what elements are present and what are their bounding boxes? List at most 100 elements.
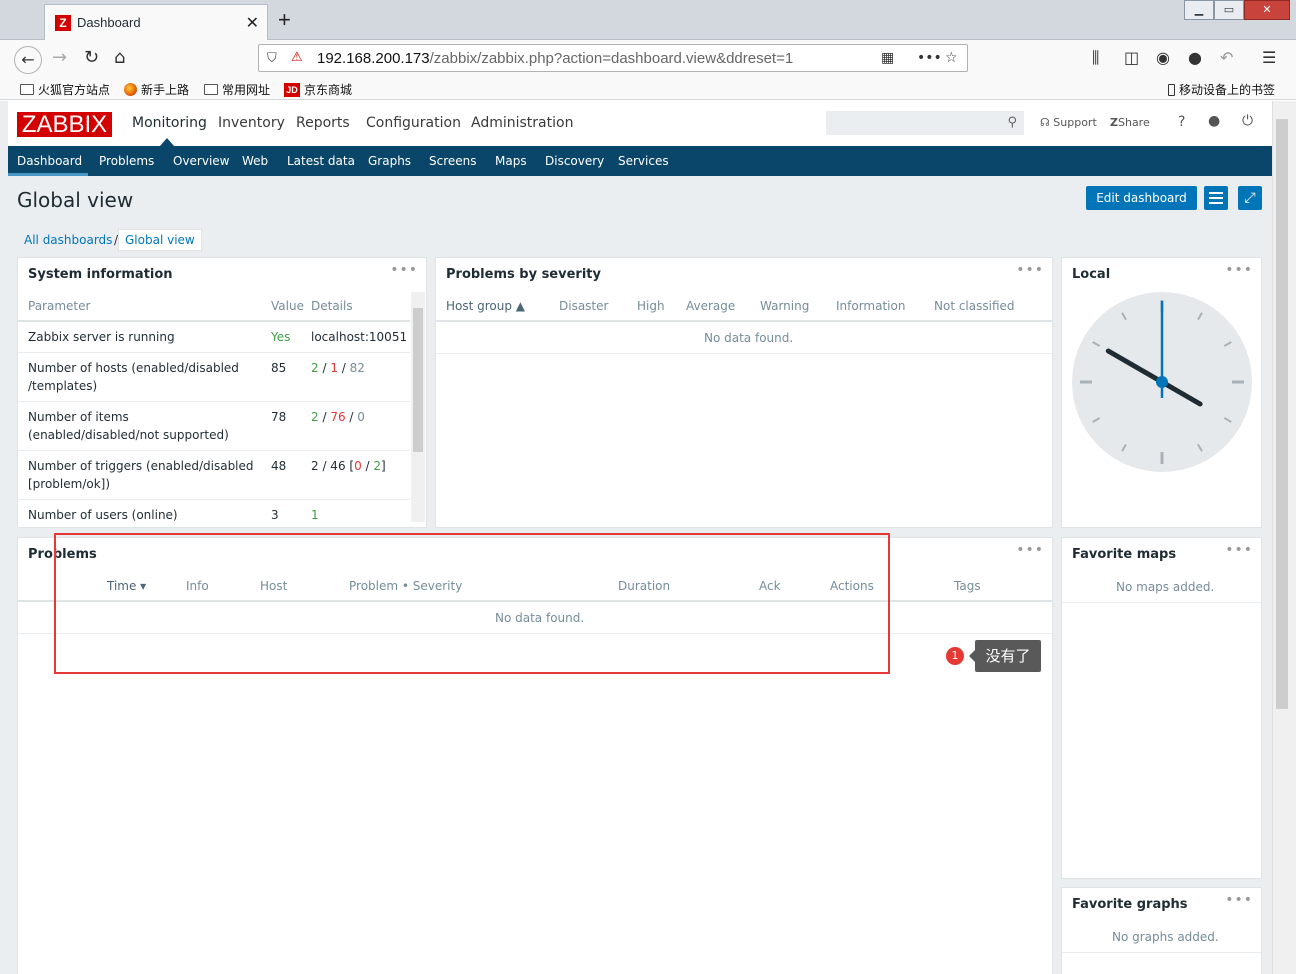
- list-item: No maps added.: [1062, 570, 1261, 603]
- bookmark-label: 新手上路: [141, 83, 190, 97]
- widget-options-icon[interactable]: •••: [1225, 262, 1253, 278]
- qr-code-icon[interactable]: ▦: [881, 50, 894, 66]
- page-scrollbar-thumb[interactable]: [1276, 119, 1288, 709]
- breadcrumb-all-dashboards[interactable]: All dashboards: [24, 233, 112, 247]
- help-icon[interactable]: ?: [1178, 114, 1185, 130]
- widget-options-icon[interactable]: •••: [390, 262, 418, 278]
- insecure-lock-icon[interactable]: ⚠: [291, 50, 303, 65]
- window-close-icon[interactable]: ✕: [1244, 0, 1290, 20]
- submenu-maps[interactable]: Maps: [495, 154, 527, 168]
- scrollbar-thumb[interactable]: [413, 308, 423, 452]
- bookmark-item[interactable]: 火狐官方站点: [20, 81, 110, 98]
- support-link[interactable]: ☊ Support: [1040, 116, 1097, 129]
- details-cell: localhost:10051: [311, 330, 408, 344]
- search-icon[interactable]: ⚲: [1007, 115, 1017, 130]
- widget-scrollbar[interactable]: [411, 292, 425, 522]
- widget-title: Local: [1072, 267, 1111, 282]
- details-cell: 2 / 1 / 82: [311, 361, 365, 375]
- menu-configuration[interactable]: Configuration: [366, 115, 461, 131]
- close-tab-icon[interactable]: ✕: [246, 13, 259, 32]
- submenu-discovery[interactable]: Discovery: [545, 154, 604, 168]
- local-clock-widget: Local •••: [1061, 257, 1262, 528]
- submenu-web[interactable]: Web: [242, 154, 268, 168]
- undo-icon[interactable]: ↶: [1220, 48, 1233, 67]
- new-tab-icon[interactable]: +: [278, 7, 291, 33]
- hamburger-menu-icon[interactable]: ☰: [1262, 48, 1276, 67]
- forward-icon[interactable]: →: [52, 48, 67, 68]
- tab-title: Dashboard: [77, 15, 141, 30]
- bookmark-label: 常用网址: [222, 83, 271, 97]
- details-cell: 1: [311, 508, 319, 522]
- submenu-graphs[interactable]: Graphs: [368, 154, 411, 168]
- bookmark-item[interactable]: JD 京东商城: [284, 81, 352, 98]
- user-profile-icon[interactable]: ●: [1208, 113, 1220, 129]
- mobile-bookmarks[interactable]: 移动设备上的书签: [1168, 81, 1275, 98]
- value-cell: Yes: [271, 330, 291, 344]
- table-row: No data found.: [436, 322, 1052, 354]
- breadcrumb-global-view[interactable]: Global view: [118, 229, 202, 251]
- favorite-maps-widget: Favorite maps ••• No maps added.: [1061, 537, 1262, 879]
- logout-icon[interactable]: ⏻: [1242, 113, 1253, 129]
- browser-tab-bar: Z Dashboard ✕ + ▁ ▭ ✕: [0, 0, 1296, 40]
- firefox-icon: [124, 83, 137, 96]
- menu-inventory[interactable]: Inventory: [218, 115, 285, 131]
- value-cell: 78: [271, 410, 287, 424]
- details-cell: 2 / 46 [0 / 2]: [311, 459, 386, 473]
- chat-icon[interactable]: ●: [1188, 48, 1202, 67]
- param-cell: Number of items (enabled/disabled/not su…: [28, 410, 229, 442]
- library-icon[interactable]: ⫼: [1092, 48, 1099, 68]
- bookmark-item[interactable]: 新手上路: [124, 81, 189, 98]
- zabbix-logo[interactable]: ZABBIX: [17, 112, 112, 137]
- annotation-tooltip: 没有了: [969, 640, 1041, 672]
- url-bar[interactable]: ⛉ ⚠ 192.168.200.173/zabbix/zabbix.php?ac…: [258, 44, 968, 72]
- widget-options-icon[interactable]: •••: [1225, 542, 1253, 558]
- submenu-dashboard[interactable]: Dashboard: [17, 154, 82, 168]
- bookmark-item[interactable]: 常用网址: [204, 81, 270, 98]
- analog-clock: [1072, 292, 1252, 472]
- url-text[interactable]: 192.168.200.173/zabbix/zabbix.php?action…: [317, 50, 793, 67]
- page-scrollbar[interactable]: [1272, 101, 1296, 974]
- submenu-problems[interactable]: Problems: [99, 154, 154, 168]
- sidebar-icon[interactable]: ◫: [1124, 48, 1139, 67]
- jd-icon: JD: [284, 82, 300, 97]
- column-header: High: [637, 299, 665, 313]
- edit-dashboard-button[interactable]: Edit dashboard: [1086, 186, 1197, 210]
- submenu-bar: Dashboard Problems Overview Web Latest d…: [8, 146, 1272, 176]
- fullscreen-icon[interactable]: ⤢: [1238, 186, 1262, 210]
- table-row: Number of triggers (enabled/disabled [pr…: [18, 451, 410, 500]
- submenu-services[interactable]: Services: [618, 154, 669, 168]
- menu-administration[interactable]: Administration: [471, 115, 573, 131]
- menu-monitoring[interactable]: Monitoring: [132, 115, 207, 131]
- menu-reports[interactable]: Reports: [296, 115, 350, 131]
- mobile-icon: [1168, 83, 1175, 96]
- bookmark-label: 火狐官方站点: [38, 83, 111, 97]
- window-controls: ▁ ▭ ✕: [1184, 0, 1290, 20]
- page-actions-icon[interactable]: •••: [917, 50, 942, 66]
- column-header: Parameter: [28, 299, 91, 313]
- submenu-latest-data[interactable]: Latest data: [287, 154, 355, 168]
- bookmark-star-icon[interactable]: ☆: [945, 50, 958, 66]
- zabbix-favicon-icon: Z: [55, 15, 71, 31]
- share-link[interactable]: ZShare: [1110, 116, 1150, 129]
- column-header: Disaster: [559, 299, 609, 313]
- minimize-icon[interactable]: ▁: [1184, 0, 1214, 20]
- column-header-host-group[interactable]: Host group ▲: [446, 299, 525, 313]
- home-icon[interactable]: ⌂: [114, 48, 125, 68]
- widget-title: Problems by severity: [446, 267, 601, 282]
- widget-options-icon[interactable]: •••: [1016, 542, 1044, 558]
- widget-options-icon[interactable]: •••: [1225, 892, 1253, 908]
- list-item: No graphs added.: [1062, 920, 1261, 953]
- column-header: Warning: [760, 299, 810, 313]
- back-icon[interactable]: ←: [14, 46, 42, 74]
- submenu-overview[interactable]: Overview: [173, 154, 230, 168]
- table-row: Number of hosts (enabled/disabled /templ…: [18, 353, 410, 402]
- widget-options-icon[interactable]: •••: [1016, 262, 1044, 278]
- maximize-icon[interactable]: ▭: [1214, 0, 1244, 20]
- reload-icon[interactable]: ↻: [84, 48, 99, 68]
- dashboard-actions-menu-icon[interactable]: [1204, 186, 1228, 210]
- search-input[interactable]: ⚲: [826, 111, 1024, 135]
- submenu-screens[interactable]: Screens: [429, 154, 477, 168]
- account-icon[interactable]: ◉: [1156, 48, 1170, 67]
- tracking-shield-icon[interactable]: ⛉: [267, 51, 277, 66]
- browser-tab[interactable]: Z Dashboard ✕: [44, 4, 268, 40]
